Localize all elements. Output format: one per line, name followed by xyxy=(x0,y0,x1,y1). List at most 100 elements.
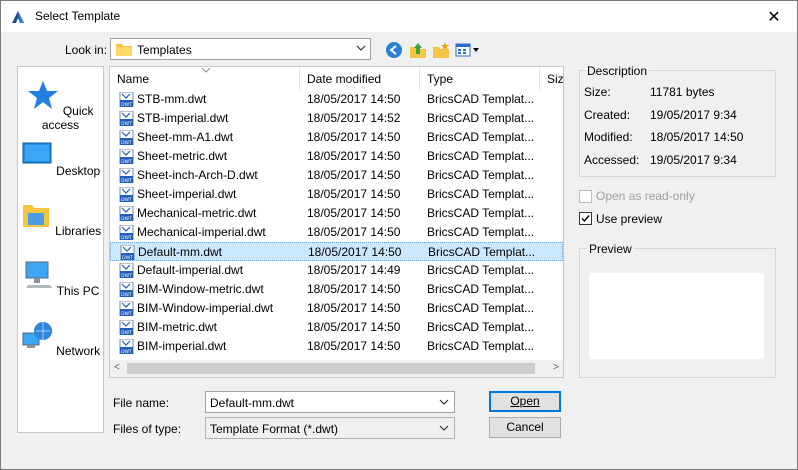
preview-title: Preview xyxy=(587,242,634,256)
file-row[interactable]: DWT BIM-imperial.dwt 18/05/2017 14:50 Brics… xyxy=(110,337,563,356)
file-row[interactable]: DWT STB-mm.dwt 18/05/2017 14:50 BricsCAD Te… xyxy=(110,90,563,109)
dwt-file-icon: DWT xyxy=(119,263,134,278)
place-libraries[interactable]: Libraries xyxy=(18,199,103,238)
dwt-file-icon: DWT xyxy=(119,339,134,354)
svg-text:DWT: DWT xyxy=(121,349,132,354)
file-type: BricsCAD Templat... xyxy=(427,263,535,277)
file-type: BricsCAD Templat... xyxy=(427,301,535,315)
dwt-file-icon: DWT xyxy=(119,282,134,297)
place-this-pc[interactable]: This PC xyxy=(18,259,103,298)
file-row[interactable]: DWT Mechanical-imperial.dwt 18/05/2017 14:… xyxy=(110,223,563,242)
file-name-input[interactable]: Default-mm.dwt xyxy=(205,391,455,413)
dwt-file-icon: DWT xyxy=(120,245,135,260)
created-value: 19/05/2017 9:34 xyxy=(650,108,737,122)
file-date: 18/05/2017 14:50 xyxy=(307,92,401,106)
file-row[interactable]: DWT Sheet-mm-A1.dwt 18/05/2017 14:50 BricsC… xyxy=(110,128,563,147)
network-icon xyxy=(22,322,52,348)
file-row[interactable]: DWT BIM-Window-metric.dwt 18/05/2017 14:50… xyxy=(110,280,563,299)
libraries-icon xyxy=(22,205,49,227)
dwt-file-icon: DWT xyxy=(119,320,134,335)
file-date: 18/05/2017 14:50 xyxy=(307,339,401,353)
file-date: 18/05/2017 14:50 xyxy=(307,187,401,201)
file-date: 18/05/2017 14:52 xyxy=(307,111,401,125)
place-label: Libraries xyxy=(55,224,102,238)
file-name: BIM-imperial.dwt xyxy=(137,339,227,353)
file-date: 18/05/2017 14:50 xyxy=(307,320,401,334)
file-row[interactable]: DWT BIM-metric.dwt 18/05/2017 14:50 BricsCA… xyxy=(110,318,563,337)
column-header-date[interactable]: Date modified xyxy=(300,67,420,91)
file-name: BIM-metric.dwt xyxy=(137,320,218,334)
scroll-right-icon[interactable]: > xyxy=(553,362,559,373)
place-label: This PC xyxy=(56,284,100,298)
back-arrow-icon[interactable] xyxy=(385,41,403,59)
file-date: 18/05/2017 14:50 xyxy=(308,245,402,259)
title-bar: Select Template ✕ xyxy=(1,1,797,32)
place-desktop[interactable]: Desktop xyxy=(18,139,103,178)
file-date: 18/05/2017 14:50 xyxy=(307,225,401,239)
file-type: BricsCAD Templat... xyxy=(427,111,535,125)
file-date: 18/05/2017 14:49 xyxy=(307,263,401,277)
place-quick-access[interactable]: Quick access xyxy=(18,79,103,132)
svg-text:DWT: DWT xyxy=(121,140,132,145)
checkmark-icon xyxy=(581,215,590,223)
file-name: Default-mm.dwt xyxy=(138,245,223,259)
dwt-file-icon: DWT xyxy=(119,301,134,316)
files-of-type-dropdown[interactable]: Template Format (*.dwt) xyxy=(205,417,455,439)
file-name: Default-imperial.dwt xyxy=(137,263,244,277)
svg-text:DWT: DWT xyxy=(121,330,132,335)
file-name: STB-imperial.dwt xyxy=(137,111,229,125)
file-type: BricsCAD Templat... xyxy=(427,168,535,182)
svg-text:DWT: DWT xyxy=(121,292,132,297)
svg-text:DWT: DWT xyxy=(121,311,132,316)
file-row[interactable]: DWT Default-mm.dwt 18/05/2017 14:50 BricsCA… xyxy=(110,242,563,261)
place-label: Desktop xyxy=(56,164,101,178)
file-name: Sheet-metric.dwt xyxy=(137,149,228,163)
sort-chevron-icon xyxy=(202,68,210,73)
dwt-file-icon: DWT xyxy=(119,130,134,145)
svg-text:DWT: DWT xyxy=(121,273,132,278)
column-header-label: Name xyxy=(117,72,150,86)
file-list[interactable]: Name Date modified Type Size DWT STB-mm.d… xyxy=(109,66,564,378)
open-readonly-checkbox[interactable] xyxy=(579,190,592,203)
files-of-type-label: Files of type: xyxy=(113,422,182,436)
file-type: BricsCAD Templat... xyxy=(427,187,535,201)
close-button[interactable]: ✕ xyxy=(751,1,797,32)
file-row[interactable]: DWT STB-imperial.dwt 18/05/2017 14:52 Brics… xyxy=(110,109,563,128)
new-folder-icon[interactable] xyxy=(432,41,450,59)
place-network[interactable]: Network xyxy=(18,319,103,358)
svg-text:DWT: DWT xyxy=(121,178,132,183)
cancel-button[interactable]: Cancel xyxy=(489,417,561,438)
file-date: 18/05/2017 14:50 xyxy=(307,282,401,296)
use-preview-label: Use preview xyxy=(596,212,663,226)
dwt-file-icon: DWT xyxy=(119,149,134,164)
file-row[interactable]: DWT Sheet-inch-Arch-D.dwt 18/05/2017 14:50… xyxy=(110,166,563,185)
view-menu-icon[interactable] xyxy=(455,41,481,59)
computer-icon xyxy=(25,261,52,288)
cancel-button-label: Cancel xyxy=(506,420,544,434)
file-row[interactable]: DWT Default-imperial.dwt 18/05/2017 14:49 B… xyxy=(110,261,563,280)
size-value: 11781 bytes xyxy=(650,85,715,99)
chevron-down-icon[interactable] xyxy=(439,397,449,407)
look-in-dropdown[interactable]: Templates xyxy=(110,38,371,60)
column-header-label: Date modified xyxy=(307,72,382,86)
file-date: 18/05/2017 14:50 xyxy=(307,149,401,163)
column-header-size[interactable]: Size xyxy=(540,67,563,91)
file-row[interactable]: DWT Sheet-imperial.dwt 18/05/2017 14:50 Bri… xyxy=(110,185,563,204)
file-type: BricsCAD Templat... xyxy=(427,130,535,144)
file-type: BricsCAD Templat... xyxy=(427,225,535,239)
dialog-title: Select Template xyxy=(35,9,121,23)
horizontal-scrollbar[interactable]: < > xyxy=(110,360,563,377)
open-button[interactable]: Open xyxy=(489,391,561,412)
up-folder-icon[interactable] xyxy=(409,41,427,59)
column-header-type[interactable]: Type xyxy=(420,67,540,91)
column-header-name[interactable]: Name xyxy=(110,67,300,91)
file-row[interactable]: DWT Sheet-metric.dwt 18/05/2017 14:50 Brics… xyxy=(110,147,563,166)
scroll-left-icon[interactable]: < xyxy=(114,362,120,373)
use-preview-checkbox[interactable] xyxy=(579,212,592,225)
scrollbar-thumb[interactable] xyxy=(127,363,535,374)
file-row[interactable]: DWT BIM-Window-imperial.dwt 18/05/2017 14:… xyxy=(110,299,563,318)
description-title: Description xyxy=(585,64,650,78)
modified-label: Modified: xyxy=(584,130,633,144)
file-row[interactable]: DWT Mechanical-metric.dwt 18/05/2017 14:50… xyxy=(110,204,563,223)
column-header-label: Type xyxy=(427,72,454,86)
